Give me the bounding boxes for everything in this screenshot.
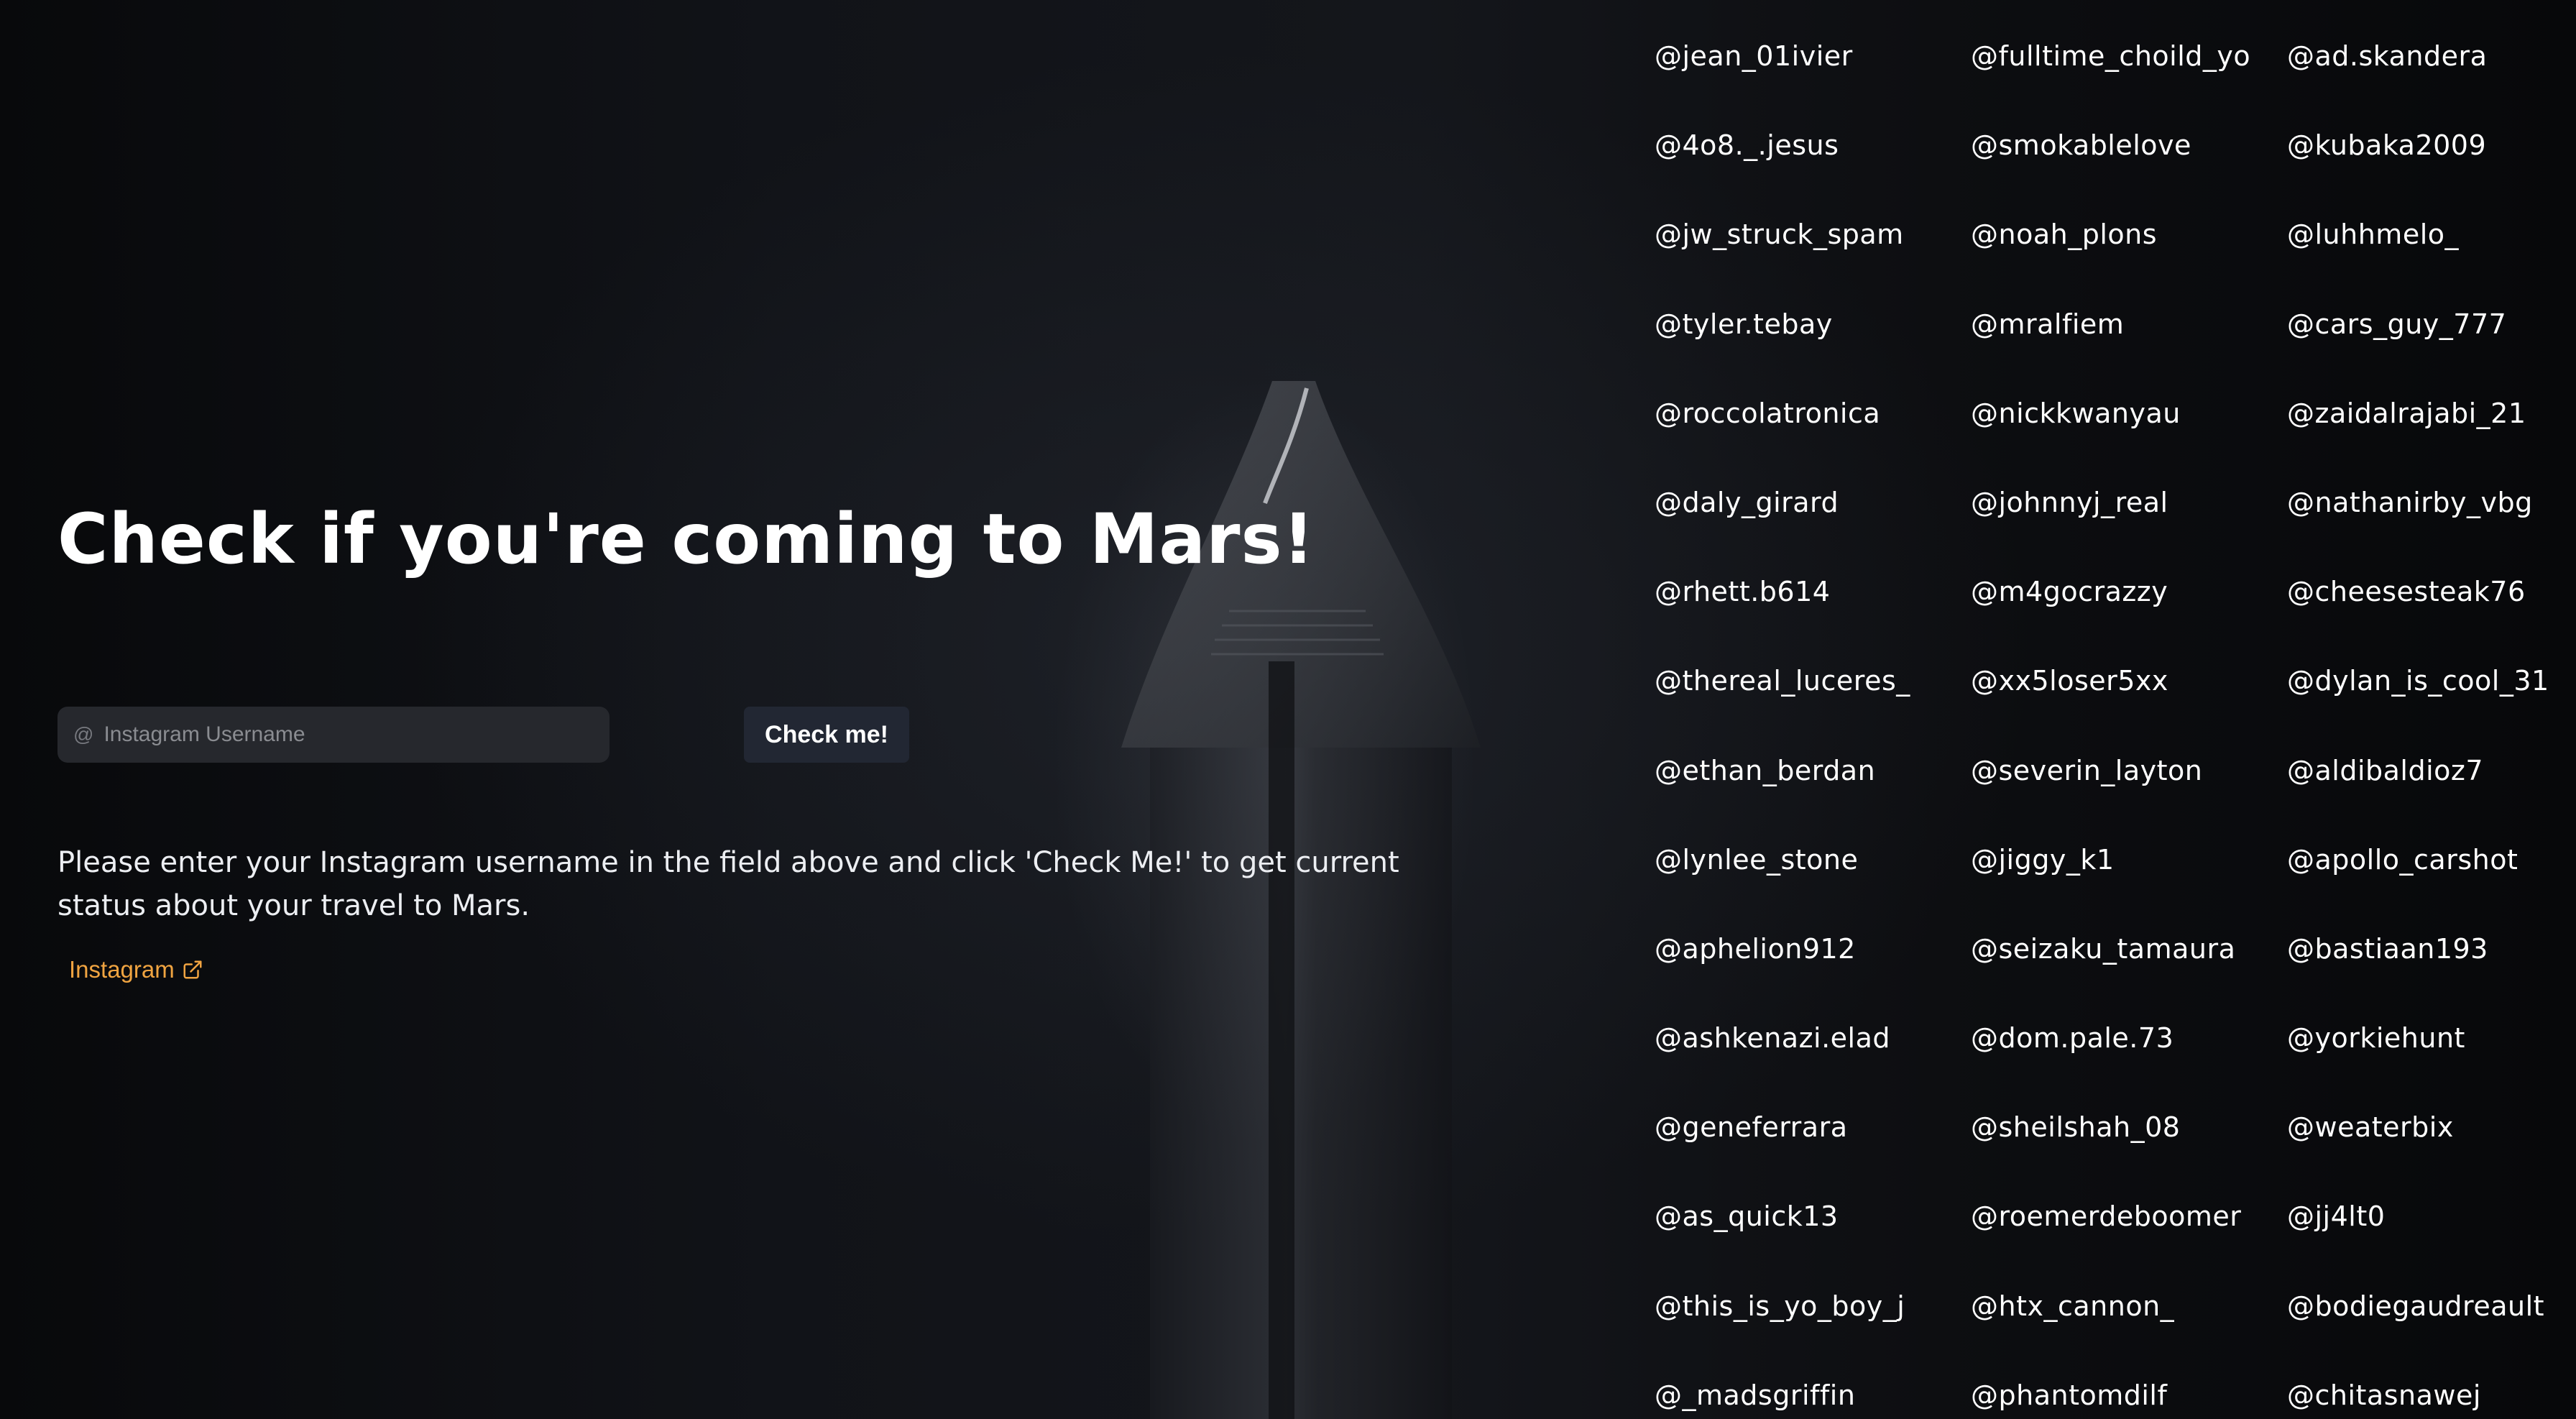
external-link-icon [183, 960, 202, 979]
username-item: @bastiaan193 [2287, 932, 2488, 965]
username-item: @rhett.b614 [1655, 576, 1831, 608]
username-item: @apollo_carshot [2287, 843, 2518, 876]
username-item: @as_quick13 [1655, 1200, 1839, 1233]
username-item: @smokablelove [1971, 129, 2191, 162]
username-item: @4o8._.jesus [1655, 129, 1839, 162]
instagram-link-label: Instagram [69, 956, 175, 983]
check-me-button[interactable]: Check me! [744, 707, 909, 763]
username-item: @aldibaldioz7 [2287, 754, 2484, 786]
username-item: @geneferrara [1655, 1111, 1848, 1144]
username-search-field[interactable]: @ [58, 707, 610, 763]
username-item: @johnnyj_real [1971, 486, 2168, 518]
username-item: @roccolatronica [1655, 397, 1881, 429]
username-item: @daly_girard [1655, 486, 1839, 518]
username-item: @bodiegaudreault [2287, 1290, 2545, 1322]
username-item: @chitasnawej [2287, 1379, 2481, 1411]
username-item: @_madsgriffin [1655, 1379, 1856, 1411]
username-item: @aphelion912 [1655, 932, 1856, 965]
username-item: @kubaka2009 [2287, 129, 2487, 162]
username-item: @m4gocrazzy [1971, 576, 2168, 608]
username-item: @ethan_berdan [1655, 754, 1876, 786]
username-item: @htx_cannon_ [1971, 1290, 2175, 1322]
passenger-username-list: @jean_01ivier @fulltime_choild_yo @ad.skan… [1655, 22, 2576, 1419]
username-item: @mralfiem [1971, 308, 2125, 340]
username-item: @phantomdilf [1971, 1379, 2168, 1411]
username-item: @nathanirby_vbg [2287, 486, 2533, 518]
username-item: @nickkwanyau [1971, 397, 2181, 429]
username-item: @this_is_yo_boy_j [1655, 1290, 1905, 1322]
username-item: @cars_guy_777 [2287, 308, 2507, 340]
username-item: @cheesesteak76 [2287, 576, 2526, 608]
instagram-username-input[interactable] [102, 712, 580, 757]
username-item: @zaidalrajabi_21 [2287, 397, 2526, 429]
username-item: @ashkenazi.elad [1655, 1022, 1890, 1055]
instagram-link[interactable]: Instagram [69, 956, 203, 983]
username-item: @dylan_is_cool_31 [2287, 665, 2549, 697]
instructions-text: Please enter your Instagram username in … [58, 846, 1399, 922]
username-item: @sheilshah_08 [1971, 1111, 2181, 1144]
username-item: @severin_layton [1971, 754, 2203, 786]
username-item: @thereal_luceres_ [1655, 665, 1910, 697]
page-title: Check if you're coming to Mars! [58, 499, 1315, 579]
username-item: @jiggy_k1 [1971, 843, 2115, 876]
username-item: @lynlee_stone [1655, 843, 1859, 876]
username-item: @fulltime_choild_yo [1971, 40, 2251, 72]
username-item: @roemerdeboomer [1971, 1200, 2242, 1233]
username-item: @luhhmelo_ [2287, 219, 2460, 251]
hero-section: Check if you're coming to Mars! @ Check … [0, 0, 1617, 1419]
username-item: @jw_struck_spam [1655, 219, 1904, 251]
username-item: @noah_plons [1971, 219, 2158, 251]
username-item: @dom.pale.73 [1971, 1022, 2174, 1055]
username-item: @tyler.tebay [1655, 308, 1833, 340]
username-item: @jj4lt0 [2287, 1200, 2386, 1233]
username-item: @xx5loser5xx [1971, 665, 2168, 697]
username-item: @jean_01ivier [1655, 40, 1853, 72]
username-item: @ad.skandera [2287, 40, 2488, 72]
username-item: @seizaku_tamaura [1971, 932, 2236, 965]
username-item: @yorkiehunt [2287, 1022, 2465, 1055]
username-item: @weaterbix [2287, 1111, 2454, 1144]
at-sign-prefix: @ [73, 723, 94, 745]
